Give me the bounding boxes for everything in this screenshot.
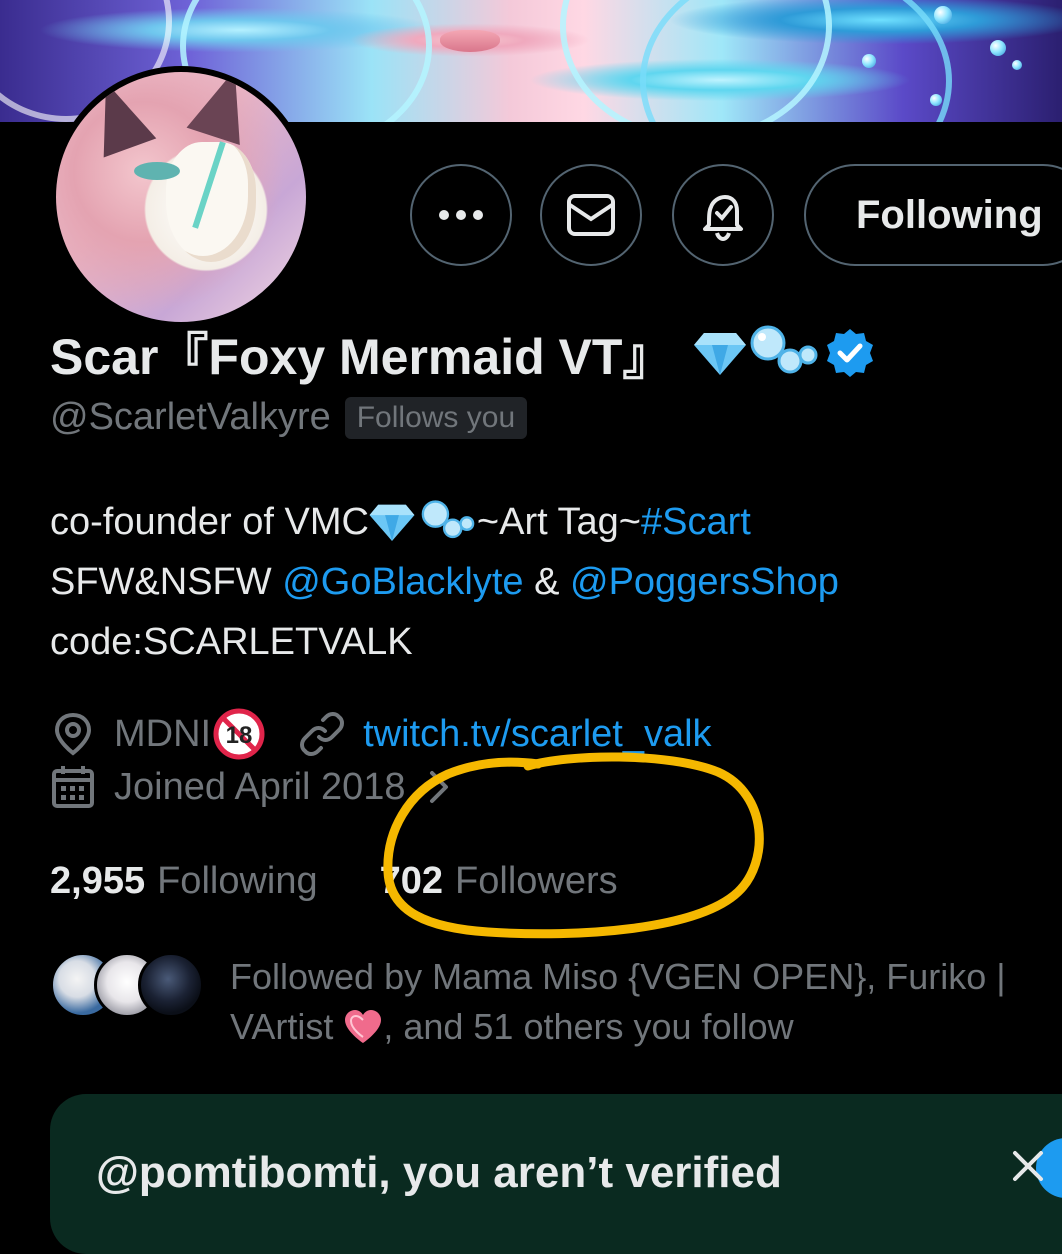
follow-stats: 2,955 Following 702 Followers (50, 860, 618, 903)
profile-avatar[interactable] (50, 66, 312, 328)
bio-line2-prefix: SFW&NSFW (50, 561, 283, 603)
more-options-button[interactable] (410, 164, 512, 266)
following-stat[interactable]: 2,955 Following (50, 860, 318, 903)
avatar-image (56, 72, 306, 322)
close-icon[interactable] (1012, 1150, 1044, 1182)
followers-count: 702 (379, 860, 444, 902)
message-button[interactable] (540, 164, 642, 266)
mutual-avatars (50, 952, 204, 1022)
calendar-icon (52, 766, 94, 808)
location-pin-icon (54, 712, 92, 756)
followed-by-text: Followed by Mama Miso {VGEN OPEN}, Furik… (230, 952, 1006, 1052)
location-text: MDNI (114, 712, 212, 755)
following-label: Following (157, 860, 318, 902)
display-name-text: Scar『Foxy Mermaid VT』 (50, 329, 673, 385)
pink-heart-icon (345, 1010, 382, 1043)
followers-stat[interactable]: 702 Followers (380, 860, 618, 903)
verification-prompt-card[interactable]: @pomtibomti, you aren’t verified (50, 1094, 1062, 1254)
envelope-icon (567, 194, 615, 236)
following-count: 2,955 (50, 860, 146, 902)
gem-emoji-icon (694, 333, 747, 375)
chevron-right-icon (429, 771, 448, 803)
website-link[interactable]: twitch.tv/scarlet_valk (363, 713, 711, 756)
bubbles-emoji-icon (421, 500, 475, 539)
followed-by-line2-prefix: VArtist (230, 1006, 344, 1047)
display-name: Scar『Foxy Mermaid VT』 (50, 318, 876, 388)
notifications-button[interactable] (672, 164, 774, 266)
svg-text:18: 18 (226, 722, 253, 749)
followed-by-line2-suffix: , and 51 others you follow (383, 1006, 794, 1047)
mention-link-goblacklyte[interactable]: @GoBlacklyte (282, 552, 523, 612)
followers-label: Followers (455, 860, 618, 902)
followed-by-line1: Followed by Mama Miso {VGEN OPEN}, Furik… (230, 956, 1006, 997)
profile-meta-location: MDNI 18 twitch.tv/scarlet_valk (50, 708, 712, 760)
bio-line2-amp: & (523, 561, 570, 603)
verification-prompt-title: @pomtibomti, you aren’t verified (96, 1148, 782, 1197)
bio-line1-prefix: co-founder of VMC (50, 501, 369, 543)
link-icon (300, 712, 345, 756)
follows-you-badge: Follows you (344, 396, 528, 439)
followed-by-section[interactable]: Followed by Mama Miso {VGEN OPEN}, Furik… (50, 952, 1062, 1062)
profile-meta-joined[interactable]: Joined April 2018 (50, 764, 454, 810)
bio-line3: code:SCARLETVALK (50, 621, 413, 663)
following-button-label: Following (856, 192, 1043, 237)
verified-badge-icon (827, 329, 874, 377)
gem-emoji-icon (369, 504, 415, 541)
profile-bio: co-founder of VMC ~Art Tag~ #Scart SFW&N… (50, 492, 839, 672)
bubbles-emoji-icon (750, 325, 818, 374)
user-handle: @ScarletValkyre (50, 396, 331, 438)
bell-check-icon (703, 195, 743, 242)
mutual-avatar (138, 952, 204, 1018)
handle-row: @ScarletValkyre Follows you (50, 396, 528, 439)
hashtag-link[interactable]: #Scart (641, 492, 751, 552)
following-button[interactable]: Following (804, 164, 1062, 266)
no-under-18-icon: 18 (213, 708, 265, 760)
mention-link-poggersshop[interactable]: @PoggersShop (570, 552, 839, 612)
bio-line1-mid: ~Art Tag~ (476, 501, 642, 543)
joined-text: Joined April 2018 (114, 765, 406, 808)
more-horizontal-icon (439, 210, 483, 220)
